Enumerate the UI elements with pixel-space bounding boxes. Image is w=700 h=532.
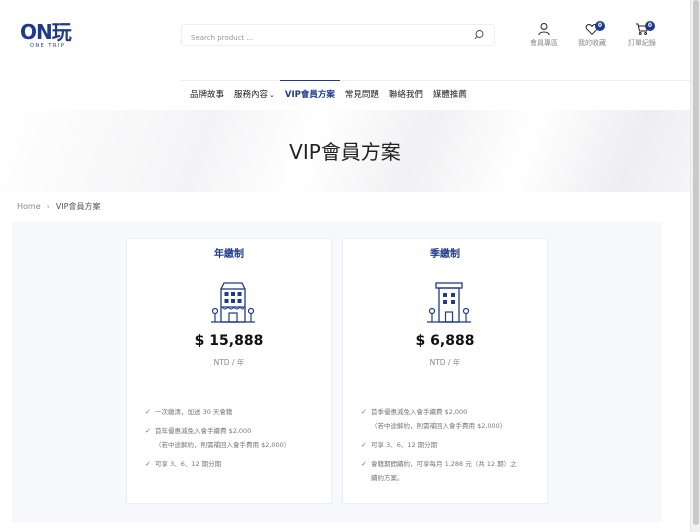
plan-features: ✓ 首季優惠減免入會手續費 $2,000 （若中途解約，則需補回入會手費用 $2,0… bbox=[361, 405, 543, 490]
nav-services[interactable]: 服務內容⌄ bbox=[229, 80, 280, 110]
breadcrumb: Home › VIP會員方案 bbox=[17, 201, 100, 212]
check-icon: ✓ bbox=[361, 408, 367, 416]
user-icon bbox=[538, 23, 550, 36]
wishlist-label: 我的收藏 bbox=[578, 39, 606, 47]
feature-note: （若中途解約，則需補回入會手費用 $2,000） bbox=[155, 441, 291, 449]
orders-label: 訂單紀錄 bbox=[628, 39, 656, 47]
feature-text: 可享 3、6、12 期分期 bbox=[371, 441, 438, 449]
feature-text: 會籍期間續約，可享每月 1,288 元（共 12 期）之 bbox=[371, 460, 517, 468]
nav-media-label: 媒體推薦 bbox=[432, 90, 467, 100]
plan-price-unit: NTD / 年 bbox=[213, 358, 245, 367]
feature-text: 可享 3、6、12 期分期 bbox=[155, 460, 222, 468]
store-building-icon bbox=[211, 282, 255, 323]
breadcrumb-current: VIP會員方案 bbox=[55, 202, 101, 211]
feature-text: 首年優惠減免入會手續費 $2,000 bbox=[155, 427, 252, 435]
feature-text: 首季優惠減免入會手續費 $2,000 bbox=[371, 408, 468, 416]
nav-contact[interactable]: 聯絡我們 bbox=[384, 80, 428, 110]
plan-price: $ 6,888 bbox=[415, 333, 475, 349]
feature-item: ✓ 首年優惠減免入會手續費 $2,000 （若中途解約，則需補回入會手費用 $2,0… bbox=[145, 424, 327, 452]
check-icon: ✓ bbox=[145, 408, 151, 416]
plan-card-quarterly: 季繳制 $ 6,888 NTD / 年 ✓ 首季優惠減免入會手續費 $2,000 （… bbox=[342, 238, 548, 504]
site-header: ON玩 ONE TRIP 會員專區 0 我的收藏 0 訂單紀錄 bbox=[0, 0, 700, 80]
nav-brand-story-label: 品牌故事 bbox=[190, 90, 225, 100]
feature-text: 一次繳清，加送 30 天會籍 bbox=[155, 408, 233, 416]
nav-media[interactable]: 媒體推薦 bbox=[428, 80, 472, 110]
plan-title: 年繳制 bbox=[214, 249, 244, 260]
feature-item: ✓ 可享 3、6、12 期分期 bbox=[361, 438, 543, 452]
feature-item: ✓ 可享 3、6、12 期分期 bbox=[145, 457, 327, 471]
member-area-label: 會員專區 bbox=[530, 39, 558, 47]
nav-services-label: 服務內容 bbox=[234, 90, 269, 100]
wishlist-link[interactable]: 0 我的收藏 bbox=[567, 21, 617, 48]
feature-item: ✓ 一次繳清，加送 30 天會籍 bbox=[145, 405, 327, 419]
search-icon[interactable] bbox=[473, 29, 485, 41]
page-title: VIP會員方案 bbox=[289, 140, 401, 164]
plan-features: ✓ 一次繳清，加送 30 天會籍 ✓ 首年優惠減免入會手續費 $2,000 （若中途解… bbox=[145, 405, 327, 476]
brand-logo[interactable]: ON玩 ONE TRIP bbox=[20, 22, 80, 52]
pricing-section: 年繳制 $ 15,888 NTD / 年 ✓ 一次繳清，加送 30 天會籍 ✓ 首年… bbox=[12, 222, 662, 522]
check-icon: ✓ bbox=[361, 460, 367, 468]
nav-faq-label: 常見問題 bbox=[344, 90, 379, 100]
logo-subtext: ONE TRIP bbox=[30, 43, 66, 49]
orders-link[interactable]: 0 訂單紀錄 bbox=[617, 21, 667, 48]
nav-vip-plans[interactable]: VIP會員方案 bbox=[279, 80, 340, 110]
feature-note: （若中途解約，則需補回入會手費用 $2,000） bbox=[371, 422, 507, 430]
plan-card-annual: 年繳制 $ 15,888 NTD / 年 ✓ 一次繳清，加送 30 天會籍 ✓ 首年… bbox=[126, 238, 332, 504]
nav-contact-label: 聯絡我們 bbox=[388, 90, 423, 100]
office-building-icon bbox=[427, 282, 471, 323]
feature-item: ✓ 首季優惠減免入會手續費 $2,000 （若中途解約，則需補回入會手費用 $2,0… bbox=[361, 405, 543, 433]
breadcrumb-separator: › bbox=[46, 202, 50, 211]
plan-price-unit: NTD / 年 bbox=[429, 358, 461, 367]
nav-brand-story[interactable]: 品牌故事 bbox=[185, 80, 229, 110]
chevron-down-icon: ⌄ bbox=[269, 91, 275, 99]
feature-text-continued: 續約方案。 bbox=[371, 474, 404, 482]
main-nav: 品牌故事 服務內容⌄ VIP會員方案 常見問題 聯絡我們 媒體推薦 bbox=[185, 80, 472, 110]
breadcrumb-home[interactable]: Home bbox=[17, 202, 41, 211]
logo-text: ON玩 bbox=[20, 20, 72, 44]
page-hero: VIP會員方案 bbox=[0, 110, 690, 192]
nav-vip-plans-label: VIP會員方案 bbox=[284, 90, 335, 100]
nav-faq[interactable]: 常見問題 bbox=[340, 80, 384, 110]
search-input[interactable] bbox=[182, 28, 462, 48]
feature-item: ✓ 會籍期間續約，可享每月 1,288 元（共 12 期）之 續約方案。 bbox=[361, 457, 543, 485]
check-icon: ✓ bbox=[361, 441, 367, 449]
page-scrollbar[interactable] bbox=[690, 0, 700, 532]
plan-price: $ 15,888 bbox=[194, 333, 264, 349]
check-icon: ✓ bbox=[145, 460, 151, 468]
plan-title: 季繳制 bbox=[430, 249, 460, 260]
wishlist-count-badge: 0 bbox=[595, 21, 605, 31]
orders-count-badge: 0 bbox=[645, 21, 655, 31]
check-icon: ✓ bbox=[145, 427, 151, 435]
member-area-link[interactable]: 會員專區 bbox=[519, 22, 569, 48]
search-bar bbox=[181, 24, 495, 48]
scrollbar-thumb[interactable] bbox=[693, 0, 699, 525]
